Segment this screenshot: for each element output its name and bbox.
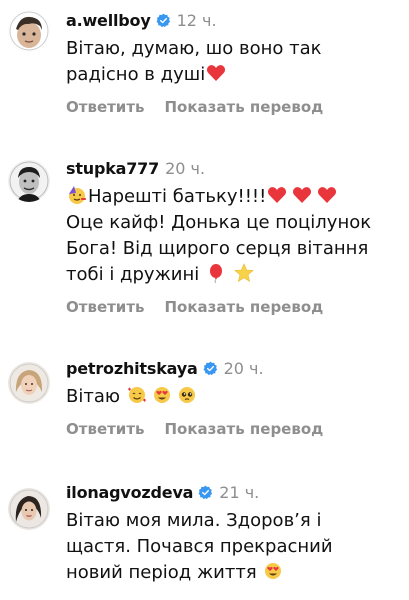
balloon-emoji [206, 263, 226, 283]
comment-text: Вітаю, думаю, шо воно так радісно в душі [66, 36, 401, 88]
comment-line: щастя. Почався прекрасний [66, 536, 333, 557]
verified-badge-icon [198, 485, 213, 500]
comment-text: Вітаю моя мила. Здоров’я і щастя. Почавс… [66, 508, 401, 586]
reply-button[interactable]: Ответить [66, 420, 145, 438]
username[interactable]: petrozhitskaya [66, 359, 198, 378]
avatar[interactable] [8, 362, 50, 404]
heart-eyes-emoji [152, 385, 172, 405]
comment-line: радісно в душі [66, 64, 206, 85]
comment-text: Вітаю [66, 384, 401, 410]
red-heart-emoji [292, 185, 312, 205]
star-emoji [233, 263, 254, 283]
red-heart-emoji [206, 63, 226, 83]
comment-line: Нарешті батьку!!!! [88, 186, 267, 207]
verified-badge-icon [156, 13, 171, 28]
avatar[interactable] [8, 10, 50, 52]
timestamp: 20 ч. [165, 158, 206, 178]
comment-text: Нарешті батьку!!!! Оце кайф! Донька це п… [66, 184, 401, 288]
comment-line: Оце кайф! Донька це поцілунок [66, 212, 372, 233]
comment-line: Вітаю [66, 386, 121, 407]
show-translation-button[interactable]: Показать перевод [165, 98, 324, 116]
reply-button[interactable]: Ответить [66, 98, 145, 116]
comment-line: тобі і дружині [66, 264, 200, 285]
comment-line: Вітаю, думаю, шо воно так [66, 38, 322, 59]
comment-line: новий період життя [66, 562, 257, 583]
show-translation-button[interactable]: Показать перевод [165, 420, 324, 438]
verified-badge-icon [203, 361, 218, 376]
timestamp: 12 ч. [176, 10, 217, 30]
avatar[interactable] [8, 160, 50, 202]
username[interactable]: ilonagvozdeva [66, 483, 193, 502]
username[interactable]: a.wellboy [66, 11, 151, 30]
timestamp: 21 ч. [219, 482, 260, 502]
avatar[interactable] [8, 488, 50, 530]
comment-line: Бога! Від щирого серця вітання [66, 238, 369, 259]
red-heart-emoji [267, 185, 287, 205]
comment-line: Вітаю моя мила. Здоров’я і [66, 510, 322, 531]
red-heart-emoji [317, 185, 337, 205]
partying-face-emoji [67, 185, 87, 205]
pleading-face-emoji [177, 385, 197, 405]
reply-button[interactable]: Ответить [66, 298, 145, 316]
username[interactable]: stupka777 [66, 159, 159, 178]
timestamp: 20 ч. [223, 358, 264, 378]
heart-eyes-emoji [263, 561, 283, 581]
smiling-face-with-hearts-emoji [127, 385, 147, 405]
show-translation-button[interactable]: Показать перевод [165, 298, 324, 316]
